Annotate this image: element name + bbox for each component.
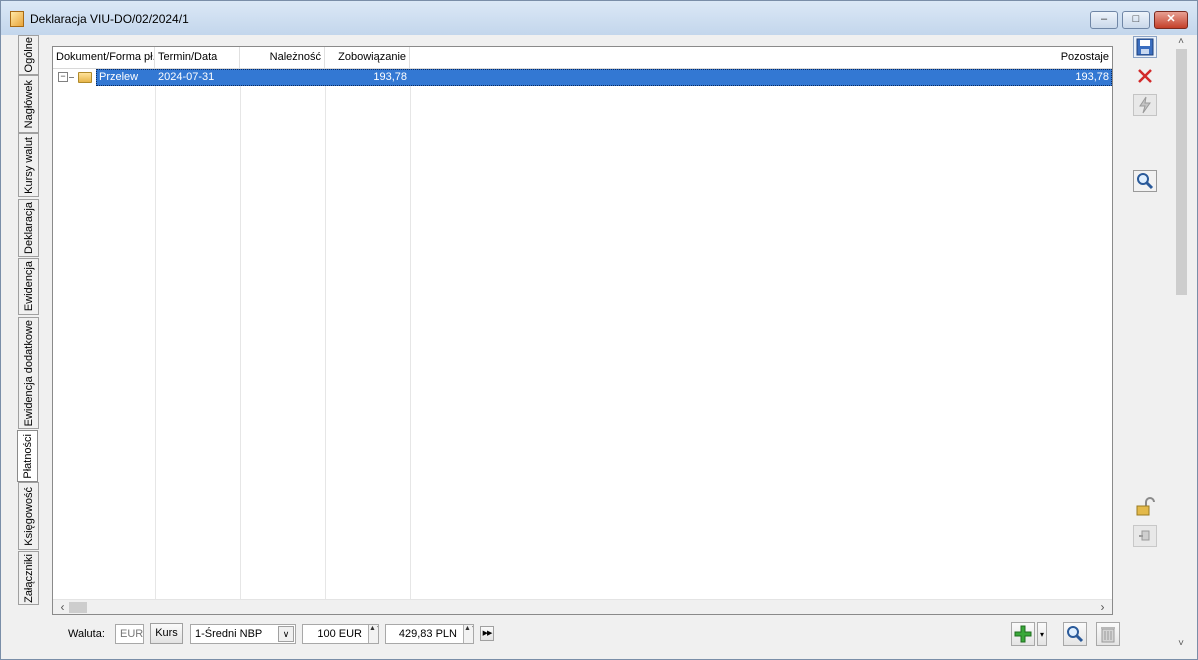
scroll-thumb[interactable] <box>1176 49 1187 295</box>
vertical-scrollbar[interactable]: ˄ ˅ <box>1173 35 1189 655</box>
horizontal-scrollbar[interactable]: ‹ › <box>53 599 1112 614</box>
plus-icon <box>1014 625 1032 643</box>
rate-type-select[interactable]: 1-Średni NBP ∨ <box>190 624 296 644</box>
pin-icon <box>1139 530 1150 541</box>
unlock-button[interactable] <box>1133 496 1157 518</box>
tab-ewidencja[interactable]: Ewidencja <box>18 258 39 315</box>
scroll-right-arrow[interactable]: › <box>1095 600 1110 615</box>
minimize-button[interactable]: ‒ <box>1090 11 1118 29</box>
app-window: Deklaracja VIU-DO/02/2024/1 ‒ □ ✕ Ogólne… <box>0 0 1198 660</box>
vertical-tabs: Ogólne Nagłówek Kursy walut Deklaracja E… <box>9 35 43 635</box>
cell-termin: 2024-07-31 <box>158 71 215 83</box>
chevron-down-icon[interactable]: ∨ <box>278 626 294 642</box>
magnifier-icon <box>1067 626 1084 643</box>
collapse-toggle[interactable]: − <box>58 72 68 82</box>
tab-ogolne[interactable]: Ogólne <box>18 35 39 75</box>
tab-label: Płatności <box>21 433 34 479</box>
tab-platnosci[interactable]: Płatności <box>17 430 38 482</box>
client-area: Ogólne Nagłówek Kursy walut Deklaracja E… <box>9 35 1189 655</box>
spin-icon[interactable]: ▲▼ <box>368 625 378 643</box>
scroll-down-arrow[interactable]: ˅ <box>1173 637 1189 651</box>
delete-button[interactable] <box>1096 622 1120 646</box>
column-header-naleznosc[interactable]: Należność <box>240 47 325 68</box>
cell-zobowiazanie: 193,78 <box>373 71 407 83</box>
tab-naglowek[interactable]: Nagłówek <box>18 75 39 133</box>
save-icon <box>1136 38 1154 56</box>
rate-type-value: 1-Średni NBP <box>195 628 263 640</box>
tab-ewidencja-dodatkowe[interactable]: Ewidencja dodatkowe <box>18 317 39 429</box>
column-separator <box>240 47 241 601</box>
tab-ksiegowosc[interactable]: Księgowość <box>18 482 39 550</box>
scroll-thumb[interactable] <box>69 602 87 613</box>
waluta-label: Waluta: <box>68 628 105 640</box>
preview-icon <box>1137 173 1154 190</box>
amount-eur-value: 100 EUR <box>317 628 362 640</box>
tab-label: Ewidencja dodatkowe <box>22 319 35 427</box>
tab-deklaracja[interactable]: Deklaracja <box>18 199 39 257</box>
maximize-button[interactable]: □ <box>1122 11 1150 29</box>
pin-button[interactable] <box>1133 525 1157 547</box>
amount-pln-value: 429,83 PLN <box>398 628 457 640</box>
scroll-up-arrow[interactable]: ˄ <box>1173 35 1189 49</box>
column-header-termin[interactable]: Termin/Data <box>155 47 240 68</box>
tab-kursy-walut[interactable]: Kursy walut <box>18 133 39 197</box>
cancel-icon <box>1138 69 1152 83</box>
kurs-button[interactable]: Kurs <box>150 623 183 644</box>
tab-label: Kursy walut <box>22 136 35 194</box>
title-bar: Deklaracja VIU-DO/02/2024/1 ‒ □ ✕ <box>1 1 1197 35</box>
payments-grid[interactable]: Dokument/Forma pł. Termin/Data Należność… <box>52 46 1113 615</box>
amount-pln-field[interactable]: 429,83 PLN ▲▼ <box>385 624 474 644</box>
spin-icon[interactable]: ▲▼ <box>463 625 473 643</box>
cancel-button[interactable] <box>1133 65 1157 87</box>
tab-label: Nagłówek <box>22 79 35 129</box>
add-dropdown-button[interactable]: ▾ <box>1037 622 1047 646</box>
run-button[interactable] <box>1133 94 1157 116</box>
window-title: Deklaracja VIU-DO/02/2024/1 <box>30 12 189 26</box>
trash-icon <box>1101 627 1115 643</box>
tab-label: Załączniki <box>22 553 35 603</box>
grid-header: Dokument/Forma pł. Termin/Data Należność… <box>53 47 1112 69</box>
tab-label: Deklaracja <box>22 202 35 254</box>
folder-icon <box>78 72 92 83</box>
column-separator <box>155 47 156 601</box>
document-icon <box>10 11 24 27</box>
cell-naleznosc <box>240 69 325 86</box>
tree-connector <box>69 77 74 78</box>
save-button[interactable] <box>1133 36 1157 58</box>
column-header-zobowiazanie[interactable]: Zobowiązanie <box>325 47 410 68</box>
table-row[interactable]: − Przelew 2024-07-31 193,78 193,78 <box>53 69 1112 86</box>
currency-bar: Waluta: EUR Kurs 1-Średni NBP ∨ 100 EUR … <box>52 621 1120 647</box>
preview-button[interactable] <box>1133 170 1157 192</box>
lightning-icon <box>1139 96 1151 114</box>
column-header-pozostaje[interactable]: Pozostaje <box>410 47 1112 68</box>
add-button[interactable] <box>1011 622 1035 646</box>
tab-label: Ewidencja <box>22 261 35 312</box>
cell-forma: Przelew <box>99 71 139 83</box>
lock-icon <box>1136 497 1155 516</box>
tab-label: Ogólne <box>22 37 35 73</box>
tab-zalaczniki[interactable]: Załączniki <box>18 551 39 605</box>
amount-eur-field[interactable]: 100 EUR ▲▼ <box>302 624 379 644</box>
tab-label: Księgowość <box>22 486 35 546</box>
search-button[interactable] <box>1063 622 1087 646</box>
column-separator <box>410 47 411 601</box>
currency-field: EUR <box>115 624 144 644</box>
column-separator <box>325 47 326 601</box>
scroll-left-arrow[interactable]: ‹ <box>55 600 70 615</box>
fast-forward-button[interactable]: ▶▶ <box>480 626 494 641</box>
close-button[interactable]: ✕ <box>1154 11 1188 29</box>
column-header-dokument[interactable]: Dokument/Forma pł. <box>53 47 155 68</box>
cell-pozostaje: 193,78 <box>1075 71 1109 83</box>
